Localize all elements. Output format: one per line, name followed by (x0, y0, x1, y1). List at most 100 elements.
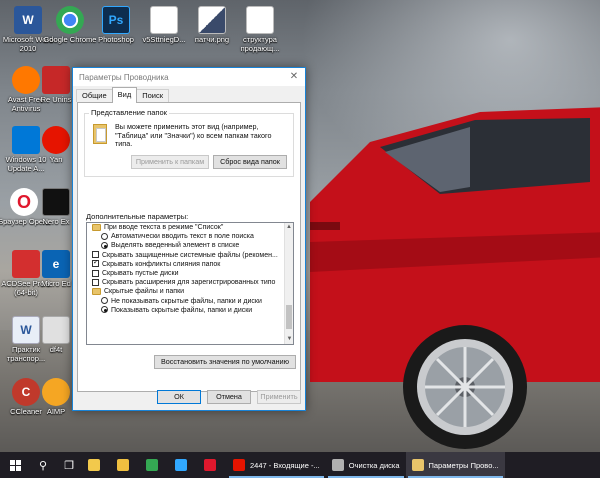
desktop-icon-aimp[interactable]: AIMP (38, 378, 74, 417)
desktop-icon-label: Micro Ed (41, 279, 71, 288)
desktop-icon-label: AIMP (46, 407, 66, 416)
ccleaner-icon: C (12, 378, 40, 406)
edge-icon: e (42, 250, 70, 278)
yandex-browser-icon (233, 459, 245, 471)
taskbar-app-folder-options[interactable]: Параметры Прово... (405, 452, 505, 478)
desktop-icon-label: df4t (49, 345, 63, 354)
settings-group-row: Скрытые файлы и папки (87, 287, 284, 296)
taskbar-app-chrome[interactable] (140, 452, 169, 478)
tab-general[interactable]: Общие (76, 89, 113, 102)
desktop-icon-label: структура продающ... (240, 35, 280, 53)
word-document-icon: W (12, 316, 40, 344)
radio-button[interactable] (101, 242, 108, 250)
checkbox[interactable] (92, 269, 99, 277)
view-tab-panel: Представление папок Вы можете применить … (77, 102, 301, 392)
taskbar-app-yandex-browser[interactable]: 2447 - Входящие -... (227, 452, 326, 478)
taskbar-app-file-explorer[interactable] (111, 452, 140, 478)
image-thumbnail-icon (198, 6, 226, 34)
search-button[interactable]: ⚲ (30, 452, 56, 478)
aimp-icon (42, 378, 70, 406)
desktop-icon-yandex[interactable]: Yan (38, 126, 74, 165)
folder-icon (92, 223, 101, 231)
dialog-titlebar[interactable]: Параметры Проводника ✕ (73, 68, 305, 86)
taskbar-app-photoshop[interactable] (169, 452, 198, 478)
document-icon (42, 316, 70, 344)
dialog-title: Параметры Проводника (79, 72, 169, 82)
settings-option-row[interactable]: Скрывать конфликты слияния папок (87, 260, 284, 269)
scroll-down-arrow-icon[interactable]: ▼ (285, 335, 293, 344)
checkbox[interactable] (92, 278, 99, 286)
taskbar-apps: 2447 - Входящие -... Очистка диска Парамет… (82, 452, 505, 478)
document-thumbnail-icon (150, 6, 178, 34)
settings-group-row: При вводе текста в режиме "Список" (87, 223, 284, 232)
start-button[interactable] (0, 452, 30, 478)
advanced-settings-list[interactable]: При вводе текста в режиме "Список" Автома… (86, 222, 294, 345)
desktop-icon-structure[interactable]: структура продающ... (232, 6, 288, 53)
settings-option-row[interactable]: Скрывать пустые диски (87, 269, 284, 278)
settings-option-label: При вводе текста в режиме "Список" (104, 224, 224, 231)
red-car-wallpaper (310, 107, 600, 449)
radio-button[interactable] (101, 306, 108, 314)
settings-option-row[interactable]: Скрывать защищенные системные файлы (рек… (87, 251, 284, 260)
chrome-icon (56, 6, 84, 34)
taskbar-app-steam-like[interactable] (82, 452, 111, 478)
reset-folders-button[interactable]: Сброс вида папок (213, 155, 287, 169)
desktop-icon-label: Re Unins (40, 95, 72, 104)
advanced-settings-items: При вводе текста в режиме "Список" Автома… (87, 223, 284, 315)
settings-option-row[interactable]: Не показывать скрытые файлы, папки и дис… (87, 297, 284, 306)
folder-views-label: Представление папок (89, 108, 169, 117)
restore-defaults-button[interactable]: Восстановить значения по умолчанию (154, 355, 296, 369)
windows-update-icon (12, 126, 40, 154)
close-icon[interactable]: ✕ (287, 70, 301, 84)
tab-search[interactable]: Поиск (136, 89, 170, 102)
advanced-settings-scrollbar[interactable]: ▲ ▼ (284, 223, 293, 344)
settings-option-row[interactable]: Показывать скрытые файлы, папки и диски (87, 306, 284, 315)
folder-view-icon (93, 124, 107, 144)
nero-icon (42, 188, 70, 216)
cancel-button[interactable]: Отмена (207, 390, 251, 404)
desktop: W Microsoft Word 2010 Google Chrome Ps P… (0, 0, 600, 452)
file-explorer-icon (117, 459, 129, 471)
folder-icon (92, 287, 101, 295)
taskbar-app-disk-cleanup[interactable]: Очистка диска (326, 452, 406, 478)
settings-option-row[interactable]: Скрывать расширения для зарегистрированн… (87, 278, 284, 287)
taskbar-app-opera[interactable] (198, 452, 227, 478)
settings-option-row[interactable]: Автоматически вводить текст в поле поиск… (87, 232, 284, 241)
taskbar-app-label: Очистка диска (348, 460, 400, 470)
desktop-icon-label: патчи.png (194, 35, 230, 44)
scroll-up-arrow-icon[interactable]: ▲ (285, 223, 293, 232)
apply-to-folders-button[interactable]: Применить к папкам (131, 155, 209, 169)
desktop-icon-edge[interactable]: e Micro Ed (38, 250, 74, 289)
task-view-icon: ❐ (64, 459, 74, 472)
radio-button[interactable] (101, 232, 108, 240)
settings-option-label: Не показывать скрытые файлы, папки и дис… (111, 297, 262, 305)
uninstaller-icon (42, 66, 70, 94)
settings-option-label: Скрывать конфликты слияния папок (102, 260, 221, 268)
settings-option-row[interactable]: Выделять введенный элемент в списке (87, 241, 284, 250)
chrome-icon (146, 459, 158, 471)
search-icon: ⚲ (38, 459, 48, 472)
desktop-icon-nero[interactable]: Nero Ex (38, 188, 74, 227)
settings-option-label: Автоматически вводить текст в поле поиск… (111, 233, 254, 241)
desktop-icon-df4t[interactable]: df4t (38, 316, 74, 355)
folder-options-icon (411, 459, 424, 471)
radio-button[interactable] (101, 297, 108, 305)
taskbar: ⚲ ❐ 2447 - Входящие -... Очистка диска Пар… (0, 452, 600, 478)
dialog-tabs: Общие Вид Поиск (73, 86, 305, 103)
settings-option-label: Показывать скрытые файлы, папки и диски (111, 306, 253, 314)
apply-button[interactable]: Применить (257, 390, 301, 404)
avast-icon (12, 66, 40, 94)
checkbox[interactable] (92, 251, 99, 259)
tab-view[interactable]: Вид (111, 87, 138, 103)
scrollbar-thumb[interactable] (286, 305, 292, 329)
desktop-icon-uninstaller[interactable]: Re Unins (38, 66, 74, 105)
folder-views-description: Вы можете применить этот вид (например, … (115, 122, 272, 148)
taskbar-app-label: 2447 - Входящие -... (250, 460, 320, 470)
task-view-button[interactable]: ❐ (56, 452, 82, 478)
desktop-icon-label: v5SttniegD... (142, 35, 186, 44)
ok-button[interactable]: ОК (157, 390, 201, 404)
taskbar-app-label: Параметры Прово... (428, 460, 499, 470)
settings-option-label: Скрытые файлы и папки (104, 288, 185, 296)
checkbox[interactable] (92, 260, 99, 268)
settings-option-label: Скрывать расширения для зарегистрированн… (102, 279, 276, 287)
